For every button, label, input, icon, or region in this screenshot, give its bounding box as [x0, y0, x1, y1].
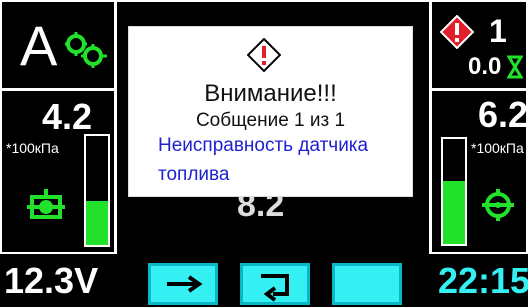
alert-dialog: Внимание!!! Собщение 1 из 1 Неисправност…	[129, 27, 412, 196]
left-gauge-fill	[86, 201, 108, 245]
pump-icon	[482, 189, 514, 221]
right-pressure-unit: *100кПа	[471, 140, 524, 156]
clock: 22:15	[438, 260, 528, 301]
left-pressure-value: 4.2	[42, 96, 93, 137]
back-button[interactable]	[240, 263, 310, 305]
timer-value: 0.0	[468, 53, 502, 80]
right-gauge-fill	[443, 181, 465, 244]
dialog-message-line-1: Неисправность датчика	[158, 135, 369, 156]
return-icon	[261, 274, 289, 302]
blank-button[interactable]	[332, 263, 402, 305]
arrow-right-icon	[167, 275, 203, 293]
left-pressure-gauge	[84, 134, 110, 247]
right-pressure-gauge	[441, 137, 467, 246]
gear-pair-icon	[65, 32, 107, 68]
dialog-warning-icon	[247, 38, 281, 72]
next-button[interactable]	[148, 263, 218, 305]
warning-count: 1	[489, 13, 507, 49]
battery-voltage: 12.3V	[4, 260, 99, 301]
drive-mode-label: A	[20, 14, 58, 77]
left-pressure-unit: *100кПа	[6, 140, 59, 156]
dialog-subtitle: Собщение 1 из 1	[195, 110, 346, 131]
hourglass-icon	[507, 55, 523, 79]
pressure-sensor-icon	[27, 189, 65, 219]
dialog-message-line-2: топлива	[158, 164, 230, 185]
right-pressure-value: 6.2	[478, 94, 528, 135]
dialog-title: Внимание!!!	[204, 80, 337, 107]
warning-diamond-icon	[440, 15, 474, 49]
